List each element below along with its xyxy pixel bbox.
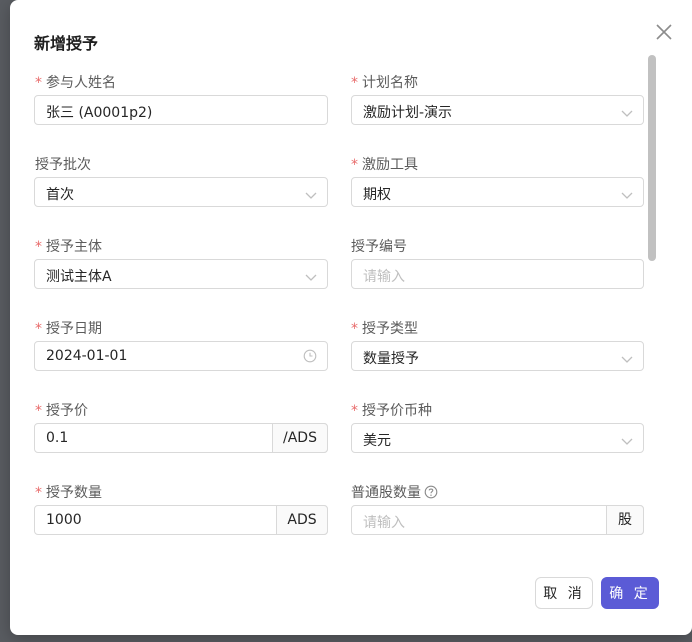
required-mark: * <box>35 75 42 91</box>
required-mark: * <box>35 321 42 337</box>
grant-entity-select[interactable]: 测试主体A <box>34 259 328 289</box>
cancel-button[interactable]: 取 消 <box>535 577 593 609</box>
grant-price-label: * 授予价 <box>35 403 88 419</box>
grant-quantity-input[interactable]: 1000 ADS <box>34 505 328 535</box>
chevron-down-icon <box>305 270 317 286</box>
required-mark: * <box>35 485 42 501</box>
scrollbar-thumb[interactable] <box>648 55 656 261</box>
dialog-title: 新增授予 <box>34 34 99 53</box>
required-mark: * <box>35 403 42 419</box>
chevron-down-icon <box>621 106 633 122</box>
required-mark: * <box>35 239 42 255</box>
grant-batch-select[interactable]: 首次 <box>34 177 328 207</box>
participant-name-label: * 参与人姓名 <box>35 75 116 91</box>
common-shares-label: 普通股数量 <box>351 482 438 503</box>
grant-quantity-label: * 授予数量 <box>35 485 102 501</box>
chevron-down-icon <box>621 188 633 204</box>
confirm-button[interactable]: 确 定 <box>601 577 659 609</box>
grant-entity-label: * 授予主体 <box>35 239 102 255</box>
incentive-tool-select[interactable]: 期权 <box>351 177 644 207</box>
question-circle-icon[interactable] <box>424 485 438 503</box>
plan-name-select[interactable]: 激励计划-演示 <box>351 95 644 125</box>
price-currency-label: * 授予价币种 <box>351 403 432 419</box>
grant-price-input[interactable]: 0.1 /ADS <box>34 423 328 453</box>
grant-number-label: 授予编号 <box>351 239 407 255</box>
grant-batch-label: 授予批次 <box>35 157 91 173</box>
grant-type-select[interactable]: 数量授予 <box>351 341 644 371</box>
grant-type-label: * 授予类型 <box>351 321 418 337</box>
participant-name-input[interactable]: 张三 (A0001p2) <box>34 95 328 125</box>
shares-unit-addon: 股 <box>606 505 644 535</box>
price-unit-addon: /ADS <box>272 423 328 453</box>
chevron-down-icon <box>621 434 633 450</box>
required-mark: * <box>351 157 358 173</box>
plan-name-label: * 计划名称 <box>351 75 418 91</box>
quantity-unit-addon: ADS <box>276 505 328 535</box>
chevron-down-icon <box>621 352 633 368</box>
required-mark: * <box>351 321 358 337</box>
grant-date-label: * 授予日期 <box>35 321 102 337</box>
price-currency-select[interactable]: 美元 <box>351 423 644 453</box>
chevron-down-icon <box>305 188 317 204</box>
clock-icon <box>303 349 317 367</box>
required-mark: * <box>351 75 358 91</box>
required-mark: * <box>351 403 358 419</box>
grant-number-input[interactable]: 请输入 <box>351 259 644 289</box>
close-icon[interactable] <box>654 22 674 42</box>
common-shares-input[interactable]: 请输入 股 <box>351 505 644 535</box>
grant-date-picker[interactable]: 2024-01-01 <box>34 341 328 371</box>
add-grant-dialog: 新增授予 * 参与人姓名 张三 (A0001p2) * 计划名称 激励计划-演示 授… <box>10 0 692 635</box>
incentive-tool-label: * 激励工具 <box>351 157 418 173</box>
